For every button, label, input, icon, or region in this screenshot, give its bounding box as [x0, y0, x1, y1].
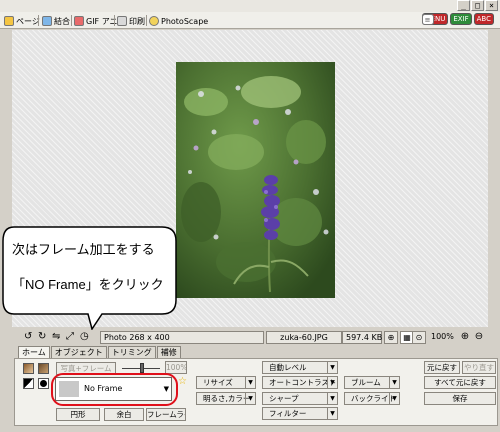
chevron-down-icon: ▼: [327, 362, 337, 373]
resize-label: リサイズ: [203, 378, 233, 387]
tab-photoscape-label: PhotoScape: [161, 16, 209, 26]
frame-thumbnail-icon[interactable]: [38, 363, 49, 374]
chevron-down-icon: ▼: [389, 393, 399, 404]
info-icon[interactable]: ◷: [80, 332, 91, 343]
chevron-down-icon: ▼: [245, 393, 255, 404]
zoom-in-icon[interactable]: ⊕: [458, 331, 472, 344]
undo-all-button[interactable]: すべて元に戻す: [424, 376, 496, 389]
gif-animation-icon: [74, 16, 84, 26]
filter-dropdown[interactable]: フィルター ▼: [262, 407, 338, 420]
bloom-dropdown[interactable]: ブルーム ▼: [344, 376, 400, 389]
frame-line-button[interactable]: フレームライン: [146, 408, 186, 421]
auto-level-label: 自動レベル: [269, 363, 307, 372]
fit-icon[interactable]: ⤢: [66, 332, 77, 343]
tab-object[interactable]: オブジェクト: [50, 346, 107, 358]
backlight-dropdown[interactable]: バックライト ▼: [344, 392, 400, 405]
undo-button[interactable]: 元に戻す: [424, 361, 460, 374]
zoom-readout: 100%: [431, 332, 454, 341]
zoom-fit-icon[interactable]: ⊕: [384, 331, 398, 344]
window-controls: _ □ ×: [457, 0, 498, 11]
close-button[interactable]: ×: [485, 0, 498, 11]
chevron-down-icon: ▼: [389, 377, 399, 388]
exif-button[interactable]: EXIF: [450, 13, 472, 25]
chevron-down-icon: ▼: [327, 393, 337, 404]
tab-page[interactable]: ページ: [4, 14, 40, 28]
filesize-readout: 597.4 KB: [342, 331, 382, 344]
tab-crop[interactable]: トリミング: [107, 346, 156, 358]
opacity-slider[interactable]: [122, 363, 160, 373]
status-bar: ↺ ↻ ⇋ ⤢ ◷ Photo 268 x 400 zuka-60.JPG 59…: [20, 331, 492, 345]
highlight-ring: [51, 373, 178, 406]
filename-readout: zuka-60.JPG: [266, 331, 342, 344]
minimize-button[interactable]: _: [457, 0, 470, 11]
tab-page-label: ページ: [16, 16, 40, 26]
abc-button[interactable]: ABC: [473, 13, 494, 25]
combine-icon: [42, 16, 52, 26]
tab-combine-label: 結合: [54, 16, 70, 26]
photo-image: [176, 62, 335, 298]
zoom-actual-icon[interactable]: ⊙: [412, 331, 426, 344]
save-button[interactable]: 保存: [424, 392, 496, 405]
favorite-star-icon[interactable]: ☆: [178, 376, 187, 387]
rotate-right-icon[interactable]: ↻: [38, 332, 49, 343]
brightness-color-label: 明るさ,カラー: [203, 394, 251, 403]
top-right-toolbar: MENU ⧉ EXIF ABC ☺ ? ≡: [421, 13, 494, 25]
tab-separator: [114, 15, 115, 26]
tab-print[interactable]: 印刷: [117, 14, 145, 28]
auto-contrast-dropdown[interactable]: オートコントラスト ▼: [262, 376, 338, 389]
chevron-down-icon: ▼: [327, 408, 337, 419]
annotation-callout: 次はフレーム加工をする 「NO Frame」をクリック: [2, 226, 178, 330]
resize-dropdown[interactable]: リサイズ ▼: [196, 376, 256, 389]
tab-repair[interactable]: 補修: [156, 346, 181, 358]
tab-separator: [71, 15, 72, 26]
property-tabs: ホーム オブジェクト トリミング 補修: [18, 346, 182, 358]
sharpen-label: シャープ: [269, 394, 299, 403]
sharpen-dropdown[interactable]: シャープ ▼: [262, 392, 338, 405]
main-tab-bar: ページ 結合 GIF アニメ 印刷 PhotoScape MENU ⧉ EXIF…: [0, 12, 500, 29]
photo-size-readout: Photo 268 x 400: [100, 331, 264, 344]
black-white-icon[interactable]: [23, 378, 34, 389]
callout-line-1: 次はフレーム加工をする: [12, 242, 155, 257]
tab-combine[interactable]: 結合: [42, 14, 70, 28]
auto-level-dropdown[interactable]: 自動レベル ▼: [262, 361, 338, 374]
margin-button[interactable]: 余白: [104, 408, 144, 421]
callout-line-2: 「NO Frame」をクリック: [12, 277, 164, 292]
bloom-label: ブルーム: [351, 378, 381, 387]
rotate-left-icon[interactable]: ↺: [24, 332, 35, 343]
tab-separator: [146, 15, 147, 26]
opacity-readout: 100%: [165, 361, 187, 374]
tab-separator: [38, 15, 39, 26]
rotate-frame-icon[interactable]: [38, 378, 49, 389]
title-bar: _ □ ×: [0, 0, 500, 12]
zoom-out-icon[interactable]: ⊖: [472, 331, 486, 344]
print-icon: [117, 16, 127, 26]
redo-button[interactable]: やり直す: [462, 361, 496, 374]
frame-thumbnail-icon[interactable]: [23, 363, 34, 374]
photoscape-icon: [149, 16, 159, 26]
round-button[interactable]: 円形: [56, 408, 100, 421]
page-icon: [4, 16, 14, 26]
flip-icon[interactable]: ⇋: [52, 332, 63, 343]
list-icon[interactable]: ≡: [421, 13, 434, 25]
chevron-down-icon: ▼: [245, 377, 255, 388]
photo-preview[interactable]: [176, 62, 335, 298]
tab-home[interactable]: ホーム: [18, 346, 50, 358]
tab-print-label: 印刷: [129, 16, 145, 26]
filter-label: フィルター: [269, 409, 307, 418]
chevron-down-icon: ▼: [327, 377, 337, 388]
brightness-color-dropdown[interactable]: 明るさ,カラー ▼: [196, 392, 256, 405]
tab-photoscape[interactable]: PhotoScape: [149, 14, 208, 28]
maximize-button[interactable]: □: [471, 0, 484, 11]
